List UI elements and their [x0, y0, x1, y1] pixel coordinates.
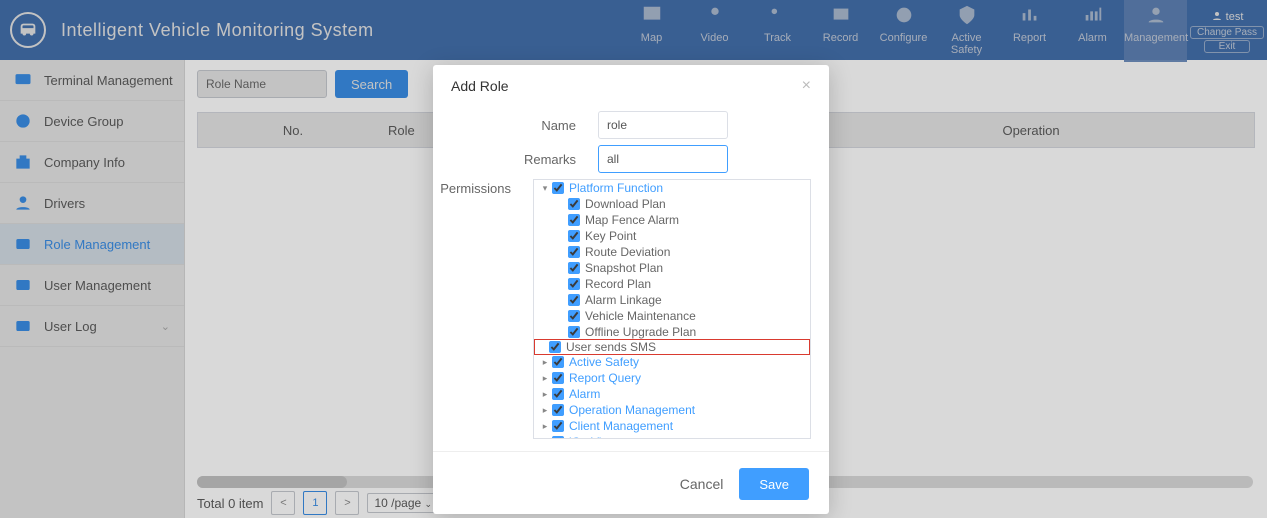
perm-vehicle-maintenance[interactable]: Vehicle Maintenance — [534, 308, 810, 324]
perm-alarm[interactable]: ▸Alarm — [534, 386, 810, 402]
add-role-modal: Add Role × Name Remarks Permissions ▾Pla… — [433, 65, 829, 514]
perm-user-sends-sms[interactable]: User sends SMS — [534, 339, 810, 355]
perm-alarm-linkage[interactable]: Alarm Linkage — [534, 292, 810, 308]
remarks-label: Remarks — [433, 152, 598, 167]
perm-snapshot-plan[interactable]: Snapshot Plan — [534, 260, 810, 276]
perm-active-safety[interactable]: ▸Active Safety — [534, 354, 810, 370]
name-input[interactable] — [598, 111, 728, 139]
perm-map-fence-alarm[interactable]: Map Fence Alarm — [534, 212, 810, 228]
perm-client-management[interactable]: ▸Client Management — [534, 418, 810, 434]
perm-key-point[interactable]: Key Point — [534, 228, 810, 244]
close-icon[interactable]: × — [802, 77, 811, 95]
perm-platform-function[interactable]: ▾Platform Function — [534, 180, 810, 196]
permissions-tree[interactable]: ▾Platform FunctionDownload PlanMap Fence… — [533, 179, 811, 439]
perm-operation-management[interactable]: ▸Operation Management — [534, 402, 810, 418]
cancel-button[interactable]: Cancel — [680, 468, 724, 500]
modal-title: Add Role — [451, 78, 509, 94]
save-button[interactable]: Save — [739, 468, 809, 500]
perm-record-plan[interactable]: Record Plan — [534, 276, 810, 292]
perm-download-plan[interactable]: Download Plan — [534, 196, 810, 212]
remarks-input[interactable] — [598, 145, 728, 173]
perm-route-deviation[interactable]: Route Deviation — [534, 244, 810, 260]
perm-report-query[interactable]: ▸Report Query — [534, 370, 810, 386]
name-label: Name — [433, 118, 598, 133]
permissions-label: Permissions — [433, 179, 533, 439]
perm-offline-upgrade-plan[interactable]: Offline Upgrade Plan — [534, 324, 810, 340]
perm-icarview[interactable]: ▸iCarView — [534, 434, 810, 439]
